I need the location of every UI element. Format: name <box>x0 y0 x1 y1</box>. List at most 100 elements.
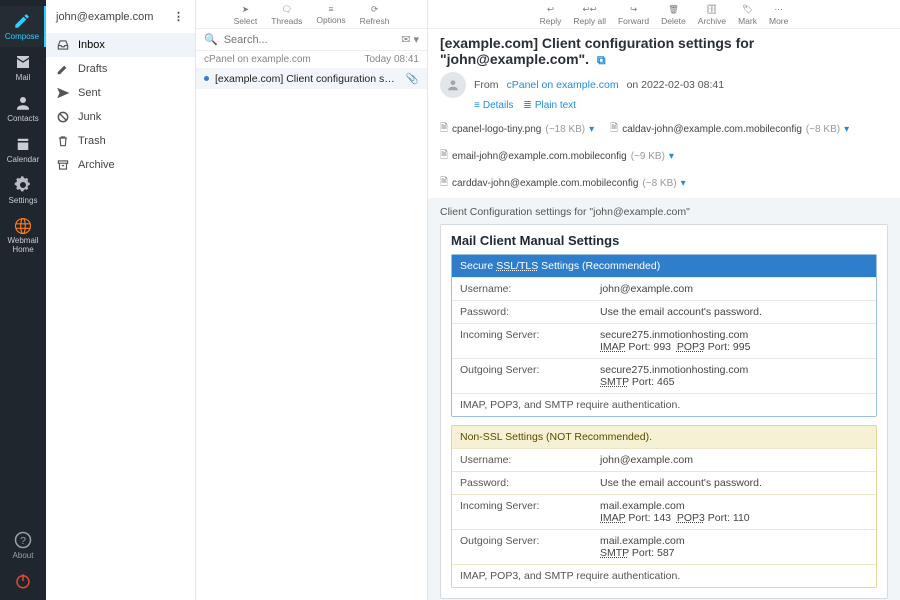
attachment-item[interactable]: 🗎carddav-john@example.com.mobileconfig (… <box>440 175 686 192</box>
reading-pane: ↩Reply ↩↩Reply all ↪Forward 🗑Delete 🗄Arc… <box>428 0 900 600</box>
message-subject: [example.com] Client configuration setti… <box>215 73 400 85</box>
tb-delete[interactable]: 🗑Delete <box>661 4 686 26</box>
folder-label: Drafts <box>78 63 107 75</box>
message-date: on 2022-02-03 08:41 <box>627 79 725 91</box>
power-icon <box>14 572 32 590</box>
card-heading: Mail Client Manual Settings <box>451 233 877 248</box>
tb-options[interactable]: ≡Options <box>316 4 345 26</box>
contacts-icon <box>14 94 32 112</box>
folder-label: Junk <box>78 111 101 123</box>
rail-power[interactable] <box>0 566 46 600</box>
folder-trash[interactable]: Trash <box>46 129 195 153</box>
rail-about[interactable]: ? About <box>0 525 46 566</box>
mark-icon: 🏷 <box>742 4 753 15</box>
rail-webmail-label: Webmail Home <box>0 237 46 255</box>
rail-mail[interactable]: Mail <box>0 47 46 88</box>
open-external-icon[interactable]: ⧉ <box>597 53 606 67</box>
tb-more[interactable]: ⋯More <box>769 4 788 26</box>
threads-icon: 🗨 <box>281 4 292 15</box>
unread-dot-icon <box>204 76 209 81</box>
folder-label: Sent <box>78 87 101 99</box>
body-intro: Client Configuration settings for "john@… <box>440 206 888 218</box>
app-rail: Compose Mail Contacts Calendar Settings … <box>0 0 46 600</box>
from-name[interactable]: cPanel on example.com <box>507 79 619 91</box>
file-icon: 🗎 <box>610 121 618 138</box>
trash-icon <box>56 134 70 148</box>
junk-icon <box>56 110 70 124</box>
nonssl-table: Non-SSL Settings (NOT Recommended). User… <box>451 425 877 588</box>
folder-drafts[interactable]: Drafts <box>46 57 195 81</box>
reply-icon: ↩ <box>547 4 554 15</box>
tb-archive[interactable]: 🗄Archive <box>698 4 726 26</box>
attachment-item[interactable]: 🗎email-john@example.com.mobileconfig (~9… <box>440 148 674 165</box>
account-menu-button[interactable]: ⋮ <box>173 10 185 23</box>
tb-reply[interactable]: ↩Reply <box>540 4 562 26</box>
message-header: [example.com] Client configuration setti… <box>428 28 900 115</box>
account-header: john@example.com ⋮ <box>46 0 195 33</box>
archive-icon: 🗄 <box>707 4 718 15</box>
rail-webmail[interactable]: Webmail Home <box>0 211 46 261</box>
inbox-icon <box>56 38 70 52</box>
rail-contacts[interactable]: Contacts <box>0 88 46 129</box>
message-title: [example.com] Client configuration setti… <box>440 35 888 68</box>
compose-icon <box>13 12 31 30</box>
nonssl-table-head: Non-SSL Settings (NOT Recommended). <box>452 426 876 448</box>
pencil-icon <box>56 62 70 76</box>
cursor-icon: ➤ <box>242 4 249 15</box>
plaintext-toggle[interactable]: ≣ Plain text <box>523 100 576 111</box>
more-icon: ⋯ <box>774 4 783 15</box>
rail-compose[interactable]: Compose <box>0 6 46 47</box>
rail-compose-label: Compose <box>5 32 39 41</box>
search-bar: 🔍 ✉ ▾ <box>196 28 427 51</box>
auth-note: IMAP, POP3, and SMTP require authenticat… <box>452 393 876 416</box>
folder-junk[interactable]: Junk <box>46 105 195 129</box>
forward-icon: ↪ <box>630 4 637 15</box>
group-sender: cPanel on example.com <box>204 54 311 65</box>
attachment-icon: 📎 <box>406 72 419 85</box>
from-row: From cPanel on example.com on 2022-02-03… <box>440 72 888 98</box>
settings-icon <box>14 176 32 194</box>
file-icon: 🗎 <box>440 148 448 165</box>
folder-sent[interactable]: Sent <box>46 81 195 105</box>
tb-replyall[interactable]: ↩↩Reply all <box>573 4 606 26</box>
message-list: cPanel on example.com Today 08:41 [examp… <box>196 51 427 600</box>
chevron-down-icon: ▾ <box>669 151 674 162</box>
from-label: From <box>474 79 499 91</box>
replyall-icon: ↩↩ <box>583 4 597 15</box>
tb-forward[interactable]: ↪Forward <box>618 4 649 26</box>
attachments-bar: 🗎cpanel-logo-tiny.png (~18 KB) ▾ 🗎caldav… <box>428 115 900 198</box>
tb-threads[interactable]: 🗨Threads <box>271 4 302 26</box>
attachment-item[interactable]: 🗎cpanel-logo-tiny.png (~18 KB) ▾ <box>440 121 594 138</box>
tb-refresh[interactable]: ⟳Refresh <box>360 4 390 26</box>
refresh-icon: ⟳ <box>371 4 378 15</box>
search-icon[interactable]: 🔍 <box>204 33 218 46</box>
webmail-icon <box>14 217 32 235</box>
rail-calendar[interactable]: Calendar <box>0 129 46 170</box>
folder-label: Trash <box>78 135 106 147</box>
rail-settings[interactable]: Settings <box>0 170 46 211</box>
ssl-table: Secure SSL/TLS Settings (Recommended) Us… <box>451 254 877 417</box>
rail-calendar-label: Calendar <box>7 155 39 164</box>
folder-archive[interactable]: Archive <box>46 153 195 177</box>
file-icon: 🗎 <box>440 121 448 138</box>
details-toggle[interactable]: ≡ Details <box>474 100 513 111</box>
rail-settings-label: Settings <box>9 196 38 205</box>
rail-contacts-label: Contacts <box>7 114 39 123</box>
chevron-down-icon: ▾ <box>589 124 594 135</box>
message-row[interactable]: [example.com] Client configuration setti… <box>196 68 427 89</box>
attachment-item[interactable]: 🗎caldav-john@example.com.mobileconfig (~… <box>610 121 849 138</box>
mail-icon <box>14 53 32 71</box>
tb-select[interactable]: ➤Select <box>234 4 258 26</box>
search-scope-button[interactable]: ✉ ▾ <box>401 33 419 46</box>
message-list-pane: ➤Select 🗨Threads ≡Options ⟳Refresh 🔍 ✉ ▾… <box>196 0 428 600</box>
search-input[interactable] <box>224 34 396 46</box>
folder-inbox[interactable]: Inbox <box>46 33 195 57</box>
settings-card: Mail Client Manual Settings Secure SSL/T… <box>440 224 888 599</box>
rail-about-label: About <box>13 551 34 560</box>
sent-icon <box>56 86 70 100</box>
list-toolbar: ➤Select 🗨Threads ≡Options ⟳Refresh <box>196 0 427 28</box>
tb-mark[interactable]: 🏷Mark <box>738 4 757 26</box>
message-body[interactable]: Client Configuration settings for "john@… <box>428 198 900 600</box>
folder-label: Inbox <box>78 39 105 51</box>
chevron-down-icon: ▾ <box>681 178 686 189</box>
